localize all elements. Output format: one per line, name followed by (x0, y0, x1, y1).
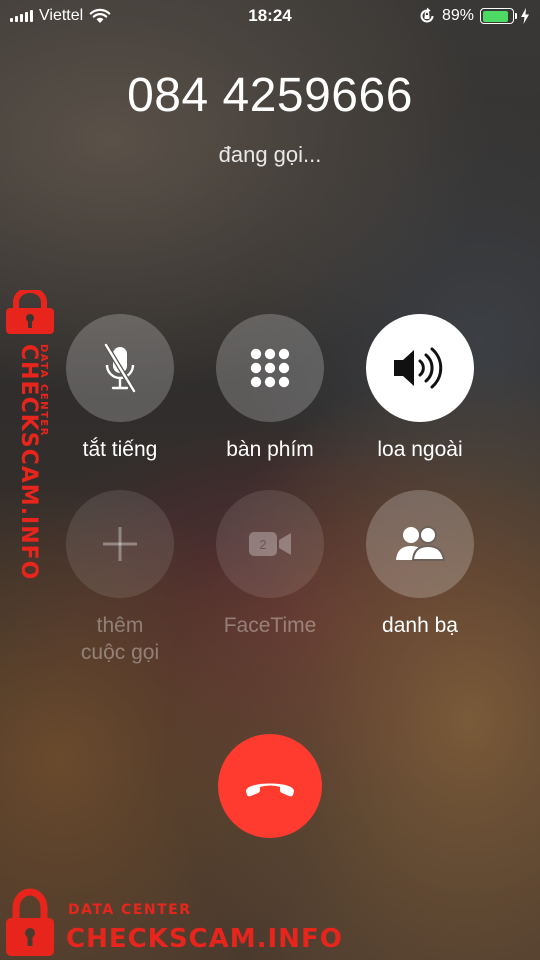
watermark-bottom-tagline: DATA CENTER (68, 902, 192, 918)
status-left: Viettel (10, 7, 111, 25)
status-right: 89% (418, 7, 530, 25)
mic-muted-icon (103, 343, 137, 393)
phone-hangup-icon (246, 783, 294, 797)
speaker-icon (394, 347, 443, 389)
facetime-button[interactable]: 2 (216, 490, 324, 598)
add-call-label: thêm cuộc gọi (45, 612, 195, 666)
watermark-side-tagline: DATA CENTER (38, 344, 49, 437)
battery-level (482, 10, 509, 22)
video-camera-icon: 2 (249, 532, 291, 556)
padlock-icon (6, 888, 54, 956)
keypad-icon (250, 348, 290, 388)
contacts-button[interactable] (366, 490, 474, 598)
speaker-label: loa ngoài (377, 438, 463, 461)
add-call-label-line1: thêm (96, 614, 144, 637)
contacts-control[interactable]: danh bạ (345, 490, 495, 639)
wifi-icon (89, 8, 111, 23)
keypad-control[interactable]: bàn phím (195, 314, 345, 463)
add-call-button[interactable] (66, 490, 174, 598)
keypad-label: bàn phím (226, 438, 314, 461)
plus-icon (103, 527, 137, 561)
rotation-lock-icon (420, 7, 434, 23)
call-status: đang gọi... (218, 142, 322, 167)
carrier-name: Viettel (39, 7, 84, 24)
watermark-side: CHECKSCAM.INFO DATA CENTER (2, 288, 62, 580)
end-call-button[interactable] (218, 734, 322, 838)
caller-number: 084 4259666 (127, 69, 413, 122)
mute-button[interactable] (66, 314, 174, 422)
svg-text:2: 2 (259, 537, 266, 552)
contacts-label: danh bạ (382, 614, 458, 637)
watermark-bottom-brand: CHECKSCAM.INFO (66, 924, 343, 954)
contacts-icon (396, 526, 446, 561)
signal-icon (10, 10, 33, 22)
keypad-button[interactable] (216, 314, 324, 422)
mute-control[interactable]: tắt tiếng (45, 314, 195, 463)
battery-percent: 89% (441, 7, 474, 24)
watermark-bottom: DATA CENTER CHECKSCAM.INFO (0, 884, 343, 960)
add-call-label-line2: cuộc gọi (80, 641, 160, 664)
speaker-control[interactable]: loa ngoài (345, 314, 495, 463)
facetime-control[interactable]: 2 FaceTime (195, 490, 345, 639)
padlock-icon (6, 290, 54, 334)
battery-icon (480, 8, 517, 24)
facetime-label: FaceTime (223, 614, 317, 637)
charging-icon (521, 8, 529, 24)
status-bar: Viettel 18:24 89% (0, 0, 540, 32)
add-call-control[interactable]: thêm cuộc gọi (45, 490, 195, 666)
mute-label: tắt tiếng (82, 438, 158, 461)
speaker-button[interactable] (366, 314, 474, 422)
